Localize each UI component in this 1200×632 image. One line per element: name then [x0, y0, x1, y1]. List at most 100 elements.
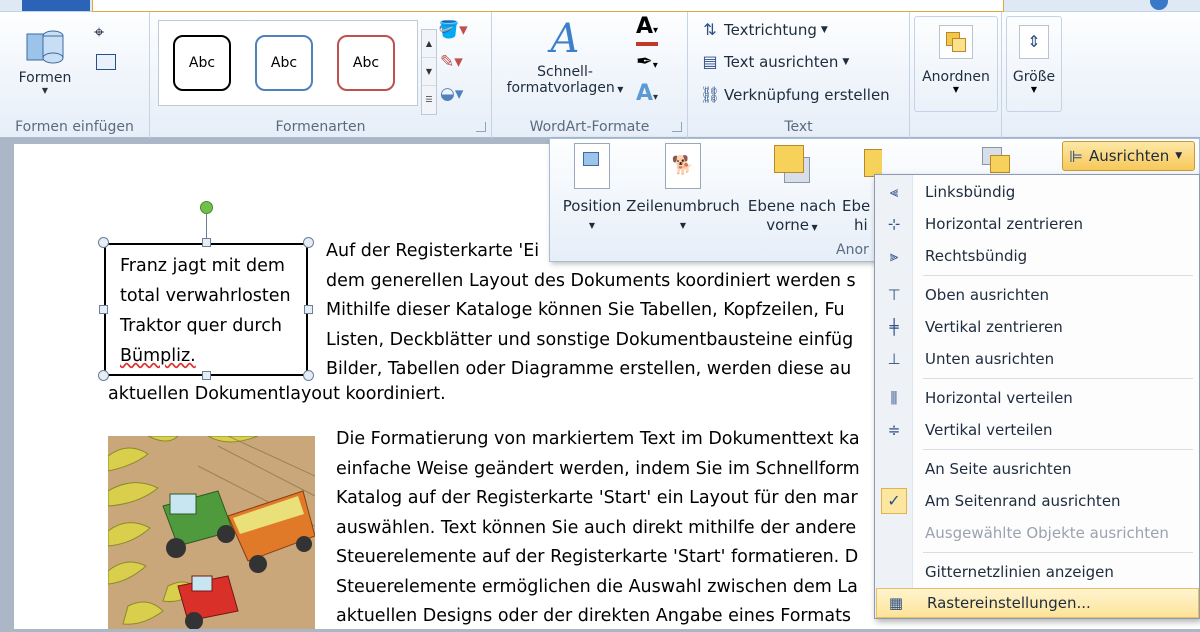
- text-line: dem generellen Layout des Dokuments koor…: [326, 270, 856, 291]
- text-box-content[interactable]: Franz jagt mit dem total verwahrlosten T…: [120, 251, 291, 371]
- group-wordart: A Schnell- formatvorlagen ▼ A▾ ✒▾ A▾ Wor…: [492, 12, 688, 138]
- position-label: Position: [562, 197, 622, 215]
- group-label-text: Text: [784, 119, 813, 135]
- formen-button[interactable]: Formen ▼: [14, 18, 76, 114]
- resize-handle-ne[interactable]: [303, 237, 314, 248]
- fill-icon[interactable]: 🪣▾: [438, 20, 468, 40]
- grid-icon: ▦: [888, 594, 904, 612]
- shape-style-blue[interactable]: Abc: [255, 35, 313, 91]
- menu-item-label: Unten ausrichten: [925, 350, 1055, 368]
- gallery-more-icon[interactable]: ☰: [422, 86, 436, 114]
- menu-item-label: Rechtsbündig: [925, 247, 1028, 265]
- zeilenumbruch-label: Zeilenumbruch: [626, 197, 740, 215]
- menu-item-rastereinstellungen[interactable]: ▦ Rastereinstellungen...: [876, 588, 1199, 618]
- dropdown-arrow-icon: ▼: [1175, 151, 1183, 161]
- anordnen-button[interactable]: Anordnen ▼: [914, 16, 998, 112]
- dropdown-arrow-icon: ▼: [41, 86, 49, 95]
- text-line: Steuerelemente ermöglichen die Auswahl z…: [336, 576, 858, 597]
- menu-item-label: Vertikal zentrieren: [925, 318, 1063, 336]
- text-box-line: Franz jagt mit dem: [120, 256, 285, 276]
- file-tab[interactable]: [22, 0, 90, 11]
- group-label-anordnen: Anor: [836, 242, 869, 258]
- menu-item-unten-ausrichten[interactable]: ⊥ Unten ausrichten: [875, 344, 1200, 374]
- menu-item-label: Am Seitenrand ausrichten: [925, 492, 1121, 510]
- resize-handle-sw[interactable]: [98, 370, 109, 381]
- shape-style-black[interactable]: Abc: [173, 35, 231, 91]
- text-ausrichten-button[interactable]: ▤ Text ausrichten ▼: [700, 52, 849, 71]
- text-line: Mithilfe dieser Kataloge können Sie Tabe…: [326, 300, 845, 320]
- effects-icon[interactable]: ◒▾: [440, 84, 463, 104]
- position-button[interactable]: Position ▼: [556, 143, 628, 235]
- ausrichten-button[interactable]: ⊫ Ausrichten ▼: [1062, 141, 1195, 171]
- gallery-scroll[interactable]: ▲ ▼ ☰: [421, 29, 437, 115]
- dropdown-arrow-icon: ▼: [588, 221, 596, 230]
- ebene-vorne-line2: vorne: [766, 216, 809, 234]
- menu-item-label: Horizontal verteilen: [925, 389, 1073, 407]
- tractor-clipart-image[interactable]: [108, 436, 315, 629]
- group-text: ⇅ Textrichtung ▼ ▤ Text ausrichten ▼ ⛓ Verknü…: [688, 12, 910, 138]
- menu-item-am-seitenrand-ausrichten[interactable]: ✓ Am Seitenrand ausrichten: [875, 486, 1200, 516]
- textbox-icon[interactable]: [96, 54, 116, 70]
- schnellformatvorlagen-button[interactable]: A Schnell- formatvorlagen ▼: [500, 14, 630, 114]
- menu-separator: [923, 378, 1193, 379]
- resize-handle-nw[interactable]: [98, 237, 109, 248]
- text-outline-icon[interactable]: ✒▾: [636, 50, 658, 77]
- groesse-button[interactable]: ⇕ Größe ▼: [1006, 16, 1062, 112]
- text-line: Steuerelemente auf der Registerkarte 'St…: [336, 547, 859, 567]
- resize-handle-se[interactable]: [303, 370, 314, 381]
- help-icon[interactable]: [1150, 0, 1168, 10]
- wordart-a-icon: A: [550, 16, 580, 62]
- active-tab-area: [92, 0, 1004, 12]
- zeilenumbruch-button[interactable]: 🐕 Zeilenumbruch ▼: [626, 143, 740, 235]
- group-anordnen: Anordnen ▼: [910, 12, 1002, 138]
- edit-shape-icon[interactable]: ⌖: [94, 22, 104, 43]
- text-box-line: Bümpliz.: [120, 346, 196, 366]
- textrichtung-button[interactable]: ⇅ Textrichtung ▼: [700, 20, 827, 39]
- shape-style-red[interactable]: Abc: [337, 35, 395, 91]
- resize-handle-s[interactable]: [202, 371, 211, 380]
- ausrichten-label: Ausrichten: [1088, 147, 1170, 165]
- ribbon: Formen ▼ ⌖ Formen einfügen Abc Abc Abc ▲…: [0, 12, 1200, 138]
- text-line: aktuellen Designs oder der direkten Anga…: [336, 606, 852, 626]
- menu-item-label: An Seite ausrichten: [925, 460, 1072, 478]
- outline-icon[interactable]: ✎▾: [440, 52, 463, 72]
- ebene-nach-vorne-button[interactable]: Ebene nach vorne ▼: [744, 143, 840, 237]
- menu-item-horizontal-verteilen[interactable]: ⫼ Horizontal verteilen: [875, 383, 1200, 413]
- text-box[interactable]: Franz jagt mit dem total verwahrlosten T…: [104, 243, 308, 376]
- align-bottom-icon: ⊥: [887, 350, 901, 368]
- selection-pane-icon[interactable]: [980, 145, 1010, 175]
- scroll-up-icon[interactable]: ▲: [422, 30, 436, 58]
- dropdown-arrow-icon: ▼: [679, 221, 687, 230]
- bring-forward-icon: [770, 143, 814, 189]
- scroll-down-icon[interactable]: ▼: [422, 58, 436, 86]
- text-fill-icon[interactable]: A▾: [636, 16, 659, 46]
- align-left-icon: ⫷: [889, 183, 899, 201]
- schnell-line2: formatvorlagen: [506, 80, 615, 96]
- verknuepfung-button[interactable]: ⛓ Verknüpfung erstellen: [700, 85, 890, 104]
- menu-item-gitternetzlinien-anzeigen[interactable]: Gitternetzlinien anzeigen: [875, 557, 1200, 587]
- dropdown-arrow-icon: ▼: [809, 223, 818, 232]
- menu-item-label: Vertikal verteilen: [925, 421, 1053, 439]
- menu-item-vertikal-zentrieren[interactable]: ╪ Vertikal zentrieren: [875, 312, 1200, 342]
- text-line: Katalog auf der Registerkarte 'Start' ei…: [336, 488, 858, 508]
- menu-item-horizontal-zentrieren[interactable]: ⊹ Horizontal zentrieren: [875, 209, 1200, 239]
- align-right-icon: ⫸: [889, 247, 899, 265]
- resize-handle-n[interactable]: [202, 238, 211, 247]
- formen-label: Formen: [18, 70, 72, 86]
- rotate-handle[interactable]: [200, 201, 213, 214]
- text-line: Die Formatierung von markiertem Text im …: [336, 429, 860, 449]
- menu-item-linksbuendig[interactable]: ⫷ Linksbündig: [875, 177, 1200, 207]
- dialog-launcher-icon[interactable]: [672, 122, 682, 132]
- menu-item-an-seite-ausrichten[interactable]: An Seite ausrichten: [875, 454, 1200, 484]
- dialog-launcher-icon[interactable]: [476, 122, 486, 132]
- tab-strip: [0, 0, 1200, 12]
- text-effects-icon[interactable]: A▾: [636, 82, 658, 110]
- text-line: einfache Weise geändert werden, indem Si…: [336, 458, 860, 479]
- menu-item-rechtsbuendig[interactable]: ⫸ Rechtsbündig: [875, 241, 1200, 271]
- menu-item-oben-ausrichten[interactable]: ⊤ Oben ausrichten: [875, 280, 1200, 310]
- menu-item-label: Linksbündig: [925, 183, 1016, 201]
- menu-item-label: Rastereinstellungen...: [927, 594, 1091, 612]
- resize-handle-w[interactable]: [99, 305, 108, 314]
- resize-handle-e[interactable]: [304, 305, 313, 314]
- menu-item-vertikal-verteilen[interactable]: ≑ Vertikal verteilen: [875, 415, 1200, 445]
